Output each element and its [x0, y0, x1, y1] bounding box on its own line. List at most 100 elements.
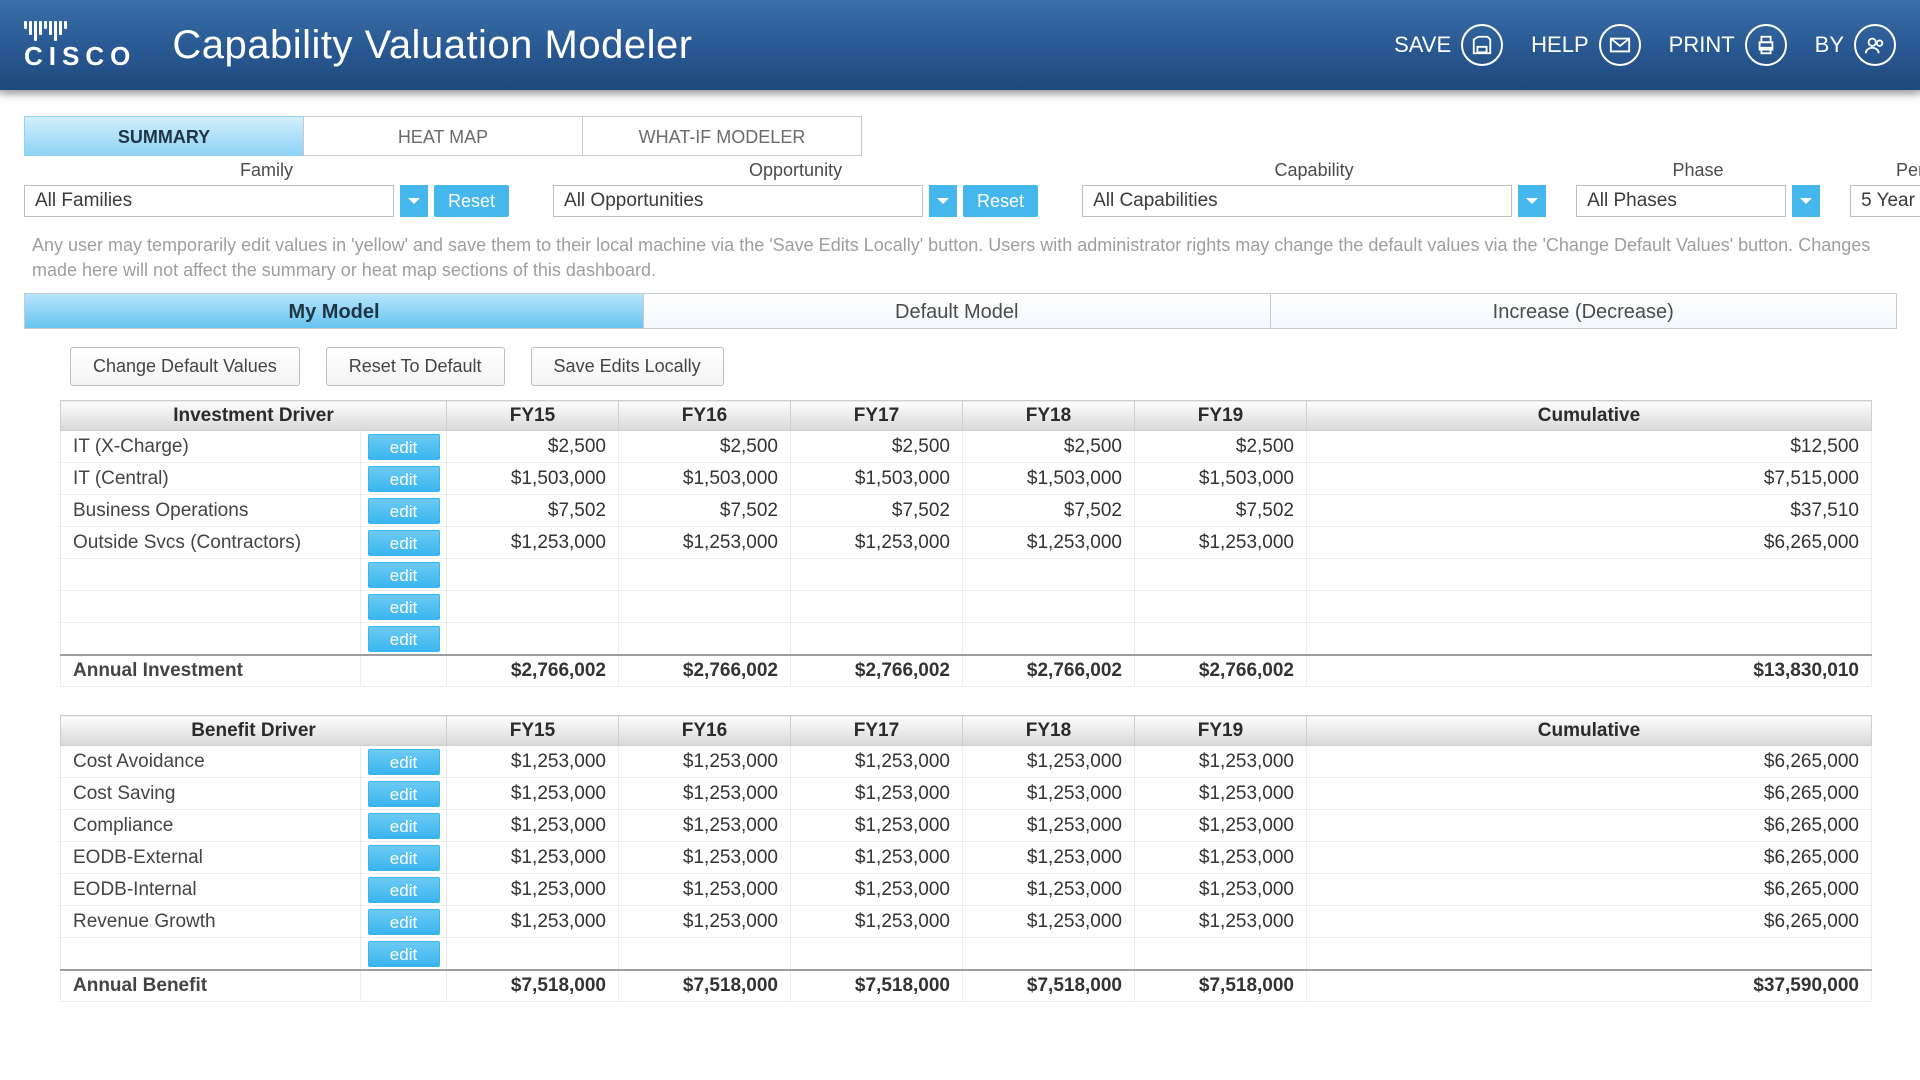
info-text: Any user may temporarily edit values in … [0, 223, 1920, 293]
edit-button[interactable]: edit [368, 594, 440, 620]
help-button[interactable]: HELP [1531, 24, 1640, 66]
cell-cumulative: $6,265,000 [1307, 527, 1872, 559]
printer-icon [1745, 24, 1787, 66]
th-fy15: FY15 [447, 401, 619, 431]
tab-heatmap[interactable]: HEAT MAP [303, 116, 583, 156]
total-label: Annual Benefit [61, 970, 361, 1002]
edit-button[interactable]: edit [368, 845, 440, 871]
th-benefit-driver: Benefit Driver [61, 716, 447, 746]
cell-value: $1,253,000 [963, 527, 1135, 559]
capability-dd-arrow-icon[interactable] [1518, 185, 1546, 217]
edit-button[interactable]: edit [368, 909, 440, 935]
edit-button[interactable]: edit [368, 466, 440, 492]
th-fy16-b: FY16 [619, 716, 791, 746]
total-row: Annual Benefit$7,518,000$7,518,000$7,518… [61, 970, 1872, 1002]
family-dropdown[interactable]: All Families [24, 185, 394, 217]
cell-value: $1,253,000 [963, 906, 1135, 938]
by-button[interactable]: BY [1815, 24, 1896, 66]
total-value: $7,518,000 [1135, 970, 1307, 1002]
cell-cumulative: $6,265,000 [1307, 842, 1872, 874]
table-row: Revenue Growthedit$1,253,000$1,253,000$1… [61, 906, 1872, 938]
tab-increase-decrease[interactable]: Increase (Decrease) [1270, 293, 1898, 329]
cell-value: $1,253,000 [1135, 746, 1307, 778]
table-row: edit [61, 623, 1872, 655]
cisco-logo: CISCO [24, 21, 136, 69]
cell-cumulative: $6,265,000 [1307, 906, 1872, 938]
opportunity-label: Opportunity [749, 160, 842, 181]
save-button[interactable]: SAVE [1394, 24, 1503, 66]
cell-value: $1,253,000 [963, 842, 1135, 874]
cell-value: $1,503,000 [619, 463, 791, 495]
edit-button[interactable]: edit [368, 498, 440, 524]
cell-value: $1,253,000 [619, 874, 791, 906]
cell-value: $1,253,000 [619, 746, 791, 778]
change-default-values-button[interactable]: Change Default Values [70, 347, 300, 386]
cell-cumulative [1307, 623, 1872, 655]
cell-value: $1,253,000 [447, 527, 619, 559]
row-label: Business Operations [61, 495, 361, 527]
edit-button[interactable]: edit [368, 530, 440, 556]
print-label: PRINT [1669, 32, 1735, 58]
opportunity-dropdown[interactable]: All Opportunities [553, 185, 923, 217]
total-value: $7,518,000 [619, 970, 791, 1002]
family-reset-button[interactable]: Reset [434, 185, 509, 217]
tab-my-model[interactable]: My Model [24, 293, 644, 329]
cell-cumulative [1307, 591, 1872, 623]
edit-button[interactable]: edit [368, 877, 440, 903]
table-row: Cost Avoidanceedit$1,253,000$1,253,000$1… [61, 746, 1872, 778]
cell-value: $1,253,000 [619, 527, 791, 559]
th-fy19-b: FY19 [1135, 716, 1307, 746]
table-row: IT (Central)edit$1,503,000$1,503,000$1,5… [61, 463, 1872, 495]
period-dropdown[interactable]: 5 Year [1850, 185, 1920, 217]
save-edits-locally-button[interactable]: Save Edits Locally [531, 347, 724, 386]
cell-value [963, 591, 1135, 623]
cisco-logo-bars [24, 21, 136, 41]
app-title: Capability Valuation Modeler [172, 23, 1394, 68]
tab-whatif[interactable]: WHAT-IF MODELER [582, 116, 862, 156]
edit-button[interactable]: edit [368, 941, 440, 967]
row-label: EODB-External [61, 842, 361, 874]
cell-value: $7,502 [963, 495, 1135, 527]
edit-button[interactable]: edit [368, 813, 440, 839]
family-dd-arrow-icon[interactable] [400, 185, 428, 217]
main-tabs: SUMMARY HEAT MAP WHAT-IF MODELER [0, 98, 1920, 156]
cell-value [619, 591, 791, 623]
edit-button[interactable]: edit [368, 781, 440, 807]
opportunity-reset-button[interactable]: Reset [963, 185, 1038, 217]
investment-table: Investment Driver FY15 FY16 FY17 FY18 FY… [60, 400, 1872, 687]
total-value: $2,766,002 [963, 655, 1135, 687]
phase-dd-arrow-icon[interactable] [1792, 185, 1820, 217]
cell-value [1135, 938, 1307, 970]
edit-button[interactable]: edit [368, 749, 440, 775]
th-fy18: FY18 [963, 401, 1135, 431]
cell-value: $1,253,000 [791, 842, 963, 874]
row-label [61, 623, 361, 655]
tab-summary[interactable]: SUMMARY [24, 116, 304, 156]
table-row: edit [61, 591, 1872, 623]
edit-button[interactable]: edit [368, 434, 440, 460]
th-fy19: FY19 [1135, 401, 1307, 431]
cell-value: $1,253,000 [1135, 527, 1307, 559]
cell-value: $7,502 [1135, 495, 1307, 527]
cell-value: $1,253,000 [791, 874, 963, 906]
phase-dropdown[interactable]: All Phases [1576, 185, 1786, 217]
edit-button[interactable]: edit [368, 626, 440, 652]
th-investment-driver: Investment Driver [61, 401, 447, 431]
reset-to-default-button[interactable]: Reset To Default [326, 347, 505, 386]
total-value: $2,766,002 [1135, 655, 1307, 687]
print-button[interactable]: PRINT [1669, 24, 1787, 66]
edit-button[interactable]: edit [368, 562, 440, 588]
tab-default-model[interactable]: Default Model [643, 293, 1271, 329]
cell-value [447, 559, 619, 591]
row-label: Compliance [61, 810, 361, 842]
cell-value: $1,253,000 [447, 906, 619, 938]
table-row: edit [61, 938, 1872, 970]
capability-dropdown[interactable]: All Capabilities [1082, 185, 1512, 217]
cell-value: $1,253,000 [963, 874, 1135, 906]
cell-value: $1,253,000 [963, 778, 1135, 810]
row-label: IT (Central) [61, 463, 361, 495]
help-label: HELP [1531, 32, 1588, 58]
opportunity-dd-arrow-icon[interactable] [929, 185, 957, 217]
mail-icon [1599, 24, 1641, 66]
phase-label: Phase [1673, 160, 1724, 181]
